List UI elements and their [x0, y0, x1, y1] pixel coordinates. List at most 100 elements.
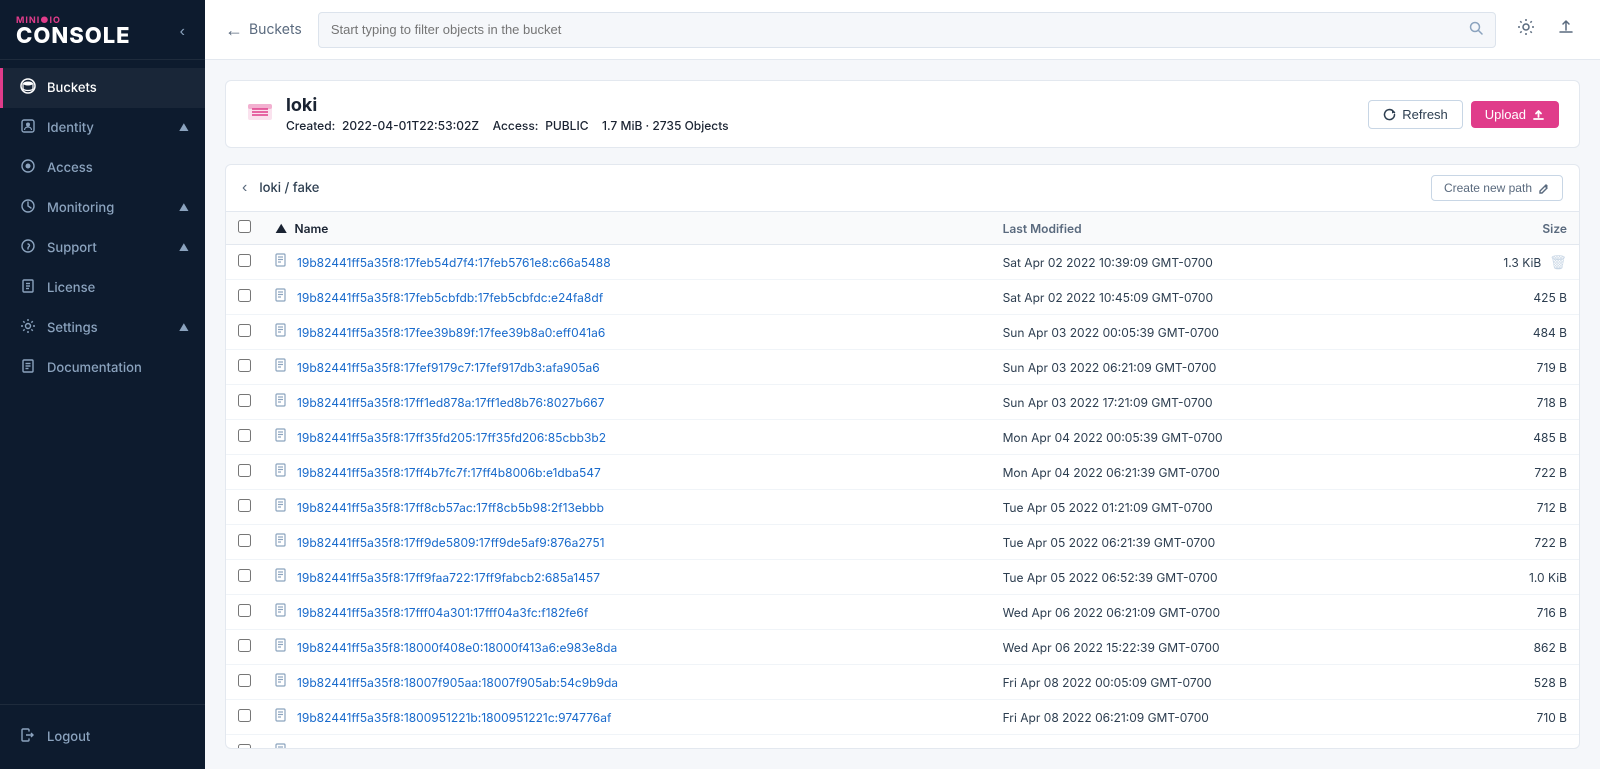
create-path-button[interactable]: Create new path [1431, 175, 1563, 201]
file-name[interactable]: 19b82441ff5a35f8:18018c4891c:18018c4891d… [297, 745, 611, 749]
row-checkbox[interactable] [238, 744, 251, 748]
row-checkbox[interactable] [238, 499, 251, 512]
sidebar-item-license-label: License [47, 280, 95, 296]
sidebar-item-support[interactable]: Support ▲ [0, 228, 205, 268]
row-checkbox-cell [226, 280, 263, 315]
row-checkbox[interactable] [238, 429, 251, 442]
content: loki Created: 2022-04-01T22:53:02Z Acces… [205, 60, 1600, 769]
file-table-body: 19b82441ff5a35f8:17feb54d7f4:17feb5761e8… [226, 245, 1579, 749]
sidebar-item-license[interactable]: License [0, 268, 205, 308]
row-size-cell: 425 B [1382, 280, 1579, 315]
row-checkbox[interactable] [238, 604, 251, 617]
row-modified-cell: Fri Apr 08 2022 00:05:09 GMT-0700 [991, 665, 1382, 700]
row-name-cell: 19b82441ff5a35f8:17ff4b7fc7f:17ff4b8006b… [263, 455, 991, 490]
row-name-cell: 19b82441ff5a35f8:17fff04a301:17fff04a3fc… [263, 595, 991, 630]
file-size: 485 B [1533, 430, 1567, 445]
file-name[interactable]: 19b82441ff5a35f8:17fff04a301:17fff04a3fc… [297, 605, 588, 620]
modified-column-header[interactable]: Last Modified [991, 212, 1382, 245]
file-name[interactable]: 19b82441ff5a35f8:17ff1ed878a:17ff1ed8b76… [297, 395, 605, 410]
bucket-meta: Created: 2022-04-01T22:53:02Z Access: PU… [286, 118, 729, 133]
size-column-header[interactable]: Size [1382, 212, 1579, 245]
file-name[interactable]: 19b82441ff5a35f8:18007f905aa:18007f905ab… [297, 675, 618, 690]
row-checkbox[interactable] [238, 534, 251, 547]
row-checkbox[interactable] [238, 639, 251, 652]
bucket-info: loki Created: 2022-04-01T22:53:02Z Acces… [246, 95, 729, 133]
row-checkbox-cell [226, 595, 263, 630]
search-icon [1469, 21, 1483, 39]
main-content: ← Buckets loki [205, 0, 1600, 769]
current-path: loki / fake [259, 180, 319, 196]
row-checkbox[interactable] [238, 464, 251, 477]
sidebar-item-monitoring[interactable]: Monitoring ▲ [0, 188, 205, 228]
breadcrumb-back-button[interactable]: ← [225, 21, 243, 39]
sidebar-item-identity[interactable]: Identity ▲ [0, 108, 205, 148]
file-name[interactable]: 19b82441ff5a35f8:17ff35fd205:17ff35fd206… [297, 430, 606, 445]
file-size: 712 B [1537, 500, 1567, 515]
search-input[interactable] [331, 22, 1461, 37]
row-name-cell: 19b82441ff5a35f8:17ff1ed878a:17ff1ed8b76… [263, 385, 991, 420]
sidebar-item-access[interactable]: Access [0, 148, 205, 188]
file-icon [275, 253, 289, 271]
sidebar-collapse-button[interactable]: ‹ [176, 19, 189, 45]
file-name[interactable]: 19b82441ff5a35f8:1800951221b:1800951221c… [297, 710, 611, 725]
search-bar [318, 12, 1496, 48]
sidebar-item-settings[interactable]: Settings ▲ [0, 308, 205, 348]
row-checkbox[interactable] [238, 394, 251, 407]
row-checkbox[interactable] [238, 254, 251, 267]
table-row: 19b82441ff5a35f8:18018c4891c:18018c4891d… [226, 735, 1579, 749]
file-icon [275, 743, 289, 748]
file-size: 503 B [1533, 745, 1567, 749]
row-checkbox-cell [226, 525, 263, 560]
file-size: 722 B [1534, 535, 1567, 550]
sidebar: MINI●IO CONSOLE ‹ Buckets Identity ▲ Acc… [0, 0, 205, 769]
row-name-cell: 19b82441ff5a35f8:18007f905aa:18007f905ab… [263, 665, 991, 700]
file-name[interactable]: 19b82441ff5a35f8:17fee39b89f:17fee39b8a0… [297, 325, 605, 340]
row-checkbox-cell [226, 665, 263, 700]
row-modified-cell: Sun Apr 03 2022 00:05:39 GMT-0700 [991, 315, 1382, 350]
row-size-cell: 862 B [1382, 630, 1579, 665]
row-checkbox[interactable] [238, 569, 251, 582]
file-name[interactable]: 19b82441ff5a35f8:17ff4b7fc7f:17ff4b8006b… [297, 465, 601, 480]
file-name[interactable]: 19b82441ff5a35f8:17ff8cb57ac:17ff8cb5b98… [297, 500, 604, 515]
delete-icon[interactable]: 🗑 [1549, 254, 1567, 271]
row-name-cell: 19b82441ff5a35f8:17fef9179c7:17fef917db3… [263, 350, 991, 385]
file-name[interactable]: 19b82441ff5a35f8:18000f408e0:18000f413a6… [297, 640, 617, 655]
path-back-button[interactable]: ‹ [242, 179, 247, 197]
name-column-header[interactable]: ▲ Name [263, 212, 991, 245]
settings-button[interactable] [1512, 13, 1540, 46]
sidebar-item-logout[interactable]: Logout [0, 717, 205, 757]
row-size-cell: 722 B [1382, 525, 1579, 560]
row-modified-cell: Fri Apr 08 2022 06:21:09 GMT-0700 [991, 700, 1382, 735]
row-checkbox[interactable] [238, 709, 251, 722]
file-table: ▲ Name Last Modified Size [226, 212, 1579, 748]
row-checkbox-cell [226, 420, 263, 455]
file-icon [275, 708, 289, 726]
row-checkbox[interactable] [238, 289, 251, 302]
file-icon [275, 603, 289, 621]
row-checkbox[interactable] [238, 359, 251, 372]
file-name[interactable]: 19b82441ff5a35f8:17feb5cbfdb:17feb5cbfdc… [297, 290, 603, 305]
upload-button[interactable]: Upload [1471, 101, 1559, 128]
file-name[interactable]: 19b82441ff5a35f8:17feb54d7f4:17feb5761e8… [297, 255, 611, 270]
identity-icon [19, 118, 37, 138]
sidebar-item-buckets[interactable]: Buckets [0, 68, 205, 108]
sidebar-item-buckets-label: Buckets [47, 80, 97, 96]
table-row: 19b82441ff5a35f8:17ff4b7fc7f:17ff4b8006b… [226, 455, 1579, 490]
file-name[interactable]: 19b82441ff5a35f8:17ff9faa722:17ff9fabcb2… [297, 570, 600, 585]
row-checkbox[interactable] [238, 324, 251, 337]
access-label: Access: [493, 118, 539, 133]
row-modified-cell: Mon Apr 04 2022 06:21:39 GMT-0700 [991, 455, 1382, 490]
access-icon [19, 158, 37, 178]
file-size: 719 B [1537, 360, 1567, 375]
row-checkbox[interactable] [238, 674, 251, 687]
sidebar-item-identity-label: Identity [47, 120, 94, 136]
file-icon [275, 568, 289, 586]
sidebar-item-documentation[interactable]: Documentation [0, 348, 205, 388]
refresh-button[interactable]: Refresh [1368, 100, 1463, 129]
upload-header-button[interactable] [1552, 13, 1580, 46]
bucket-name: loki [286, 95, 729, 116]
select-all-checkbox[interactable] [238, 220, 251, 233]
file-size: 862 B [1534, 640, 1567, 655]
file-name[interactable]: 19b82441ff5a35f8:17fef9179c7:17fef917db3… [297, 360, 600, 375]
file-name[interactable]: 19b82441ff5a35f8:17ff9de5809:17ff9de5af9… [297, 535, 605, 550]
